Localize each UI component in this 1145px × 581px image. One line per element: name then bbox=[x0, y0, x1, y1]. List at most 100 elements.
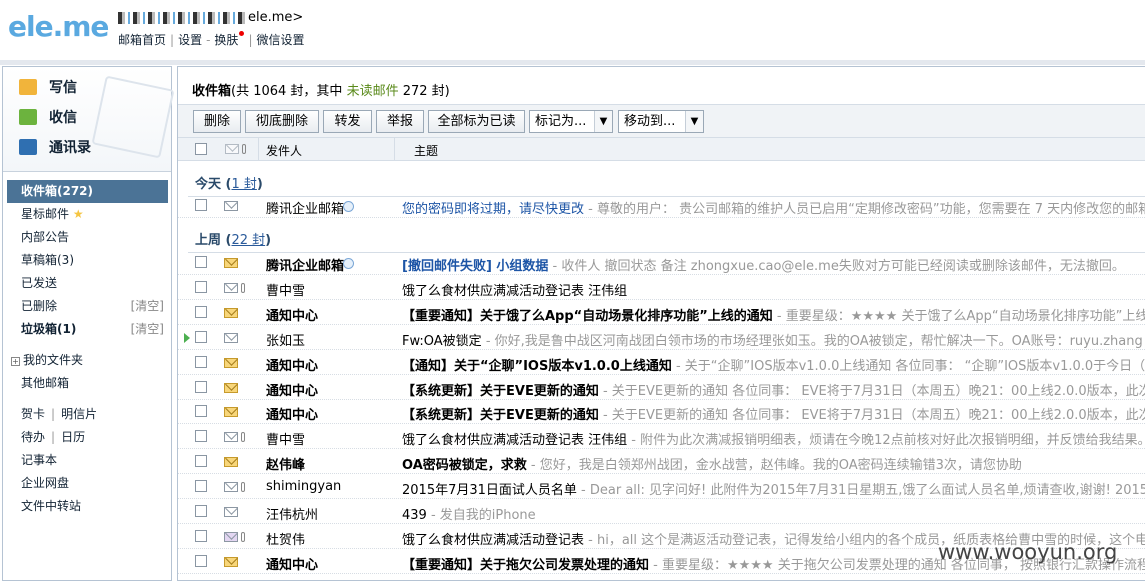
select-all-checkbox[interactable] bbox=[195, 143, 207, 155]
row-checkbox[interactable] bbox=[195, 554, 207, 567]
row-checkbox[interactable] bbox=[195, 430, 207, 443]
subject[interactable]: 【系统更新】关于EVE更新的通知 - 关于EVE更新的通知 各位同事： EVE将… bbox=[402, 380, 1145, 399]
subject[interactable]: Fw:OA被锁定 - 你好,我是鲁中战区河南战团白领市场的市场经理张如玉。我的O… bbox=[402, 330, 1143, 349]
attachment-icon bbox=[241, 282, 245, 293]
subject[interactable]: 439 - 发自我的iPhone bbox=[402, 504, 536, 523]
row-checkbox[interactable] bbox=[195, 280, 207, 293]
attachment-icon bbox=[241, 531, 245, 542]
row-checkbox[interactable] bbox=[195, 405, 207, 418]
row-checkbox[interactable] bbox=[195, 305, 207, 318]
nav-other-mailbox[interactable]: 其他邮箱 bbox=[7, 372, 168, 395]
subject[interactable]: 【重要通知】关于饿了么App“自动场景化排序功能”上线的通知 - 重要星级：★★… bbox=[402, 305, 1145, 324]
mark-as-dropdown[interactable]: 标记为... ▼ bbox=[529, 110, 613, 133]
nav-spam[interactable]: 垃圾箱(1) [清空] bbox=[7, 318, 168, 341]
link-mail-home[interactable]: 邮箱首页 bbox=[118, 33, 166, 47]
unread-mail-icon bbox=[224, 258, 238, 268]
subject[interactable]: 【通知】关于“企聊”IOS版本v1.0.0上线通知 - 关于“企聊”IOS版本v… bbox=[402, 355, 1145, 374]
mail-row[interactable]: 通知中心 【重要通知】关于饿了么App“自动场景化排序功能”上线的通知 - 重要星… bbox=[178, 300, 1145, 325]
row-checkbox[interactable] bbox=[195, 330, 207, 343]
permanent-delete-button[interactable]: 彻底删除 bbox=[245, 110, 319, 133]
nav-file-transfer[interactable]: 文件中转站 bbox=[7, 495, 168, 518]
mail-row[interactable]: 腾讯企业邮箱 [撤回邮件失败] 小组数据 - 收件人 撤回状态 备注 zhongx… bbox=[178, 250, 1145, 275]
preview: - 尊敬的用户： 贵公司邮箱的维护人员已启用“定期修改密码”功能，您需要在 7 … bbox=[584, 202, 1145, 217]
mail-row[interactable]: 曹中雪 饿了么食材供应满减活动登记表 汪伟组 - 附件为此次满减报销明细表，烦请在… bbox=[178, 424, 1145, 450]
envelope-decoration-icon bbox=[91, 75, 175, 159]
nav-my-folders[interactable]: + 我的文件夹 bbox=[7, 349, 168, 372]
mail-row[interactable]: 赵伟峰 OA密码被锁定，求救 - 您好，我是白领郑州战团，金水战营，赵伟峰。我的O… bbox=[178, 449, 1145, 475]
subject[interactable]: [撤回邮件失败] 小组数据 - 收件人 撤回状态 备注 zhongxue.cao… bbox=[402, 255, 1125, 274]
clear-deleted-link[interactable]: [清空] bbox=[131, 295, 164, 318]
subject[interactable]: 饿了么食材供应满减活动登记表 汪伟组 bbox=[402, 280, 627, 299]
nav-sent[interactable]: 已发送 bbox=[7, 272, 168, 295]
link-settings[interactable]: 设置 bbox=[178, 33, 202, 47]
expand-icon[interactable]: + bbox=[11, 357, 20, 366]
mail-row[interactable]: 通知中心 【系统更新】关于EVE更新的通知 - 关于EVE更新的通知 各位同事： … bbox=[178, 375, 1145, 400]
mail-row[interactable]: 曹中雪 饿了么食材供应满减活动登记表 汪伟组 bbox=[178, 275, 1145, 300]
receive-button[interactable]: 收信 bbox=[19, 105, 77, 129]
row-checkbox[interactable] bbox=[195, 256, 207, 268]
compose-button[interactable]: 写信 bbox=[19, 75, 77, 99]
row-checkbox[interactable] bbox=[195, 529, 207, 542]
subject[interactable]: 饿了么食材供应满减活动登记表 汪伟组 - 附件为此次满减报销明细表，烦请在今晚1… bbox=[402, 429, 1145, 448]
chevron-down-icon: ▼ bbox=[685, 111, 703, 132]
subject[interactable]: 2015年7月31日面试人员名单 - Dear all: 见字问好! 此附件为2… bbox=[402, 479, 1145, 498]
mail-row[interactable]: 通知中心 【通知】关于“企聊”IOS版本v1.0.0上线通知 - 关于“企聊”IO… bbox=[178, 350, 1145, 375]
mail-row[interactable]: 通知中心 【系统更新】关于EVE更新的通知 - 关于EVE更新的通知 各位同事： … bbox=[178, 399, 1145, 425]
attachment-icon[interactable] bbox=[242, 144, 246, 154]
nav-calendar[interactable]: 日历 bbox=[61, 430, 85, 444]
read-status-icon[interactable] bbox=[225, 144, 239, 154]
sender: 张如玉 bbox=[266, 333, 306, 349]
group-count-link[interactable]: 22 封 bbox=[231, 233, 265, 248]
read-mail-icon bbox=[224, 332, 238, 343]
nav-greeting-card[interactable]: 贺卡 bbox=[21, 407, 45, 421]
row-checkbox[interactable] bbox=[195, 480, 207, 493]
subject[interactable]: 【系统更新】关于EVE更新的通知 - 关于EVE更新的通知 各位同事： EVE将… bbox=[402, 404, 1145, 423]
nav-announcements[interactable]: 内部公告 bbox=[7, 226, 168, 249]
row-checkbox[interactable] bbox=[195, 455, 207, 468]
nav-drafts[interactable]: 草稿箱(3) bbox=[7, 249, 168, 272]
mail-list-panel: 收件箱(共 1064 封，其中 未读邮件 272 封) 删除 彻底删除 转发 举… bbox=[177, 66, 1145, 581]
logo: ele.me bbox=[8, 10, 109, 43]
row-checkbox[interactable] bbox=[195, 355, 207, 368]
toolbar: 删除 彻底删除 转发 举报 全部标为已读 标记为... ▼ 移动到... ▼ bbox=[178, 104, 1145, 137]
move-to-dropdown[interactable]: 移动到... ▼ bbox=[618, 110, 704, 133]
column-subject[interactable]: 主题 bbox=[414, 142, 438, 159]
link-skin[interactable]: 换肤 bbox=[214, 33, 238, 47]
row-checkbox[interactable] bbox=[195, 505, 207, 517]
nav-postcard[interactable]: 明信片 bbox=[61, 407, 97, 421]
verified-icon bbox=[343, 201, 354, 212]
contacts-button[interactable]: 通讯录 bbox=[19, 135, 91, 159]
current-indicator-icon bbox=[184, 332, 190, 343]
column-from[interactable]: 发件人 bbox=[266, 142, 302, 159]
account-name[interactable]: ele.me> bbox=[118, 10, 303, 25]
nav-starred[interactable]: 星标邮件 ★ bbox=[7, 203, 168, 226]
mail-row[interactable]: 汪伟杭州 439 - 发自我的iPhone bbox=[178, 499, 1145, 524]
nav-deleted[interactable]: 已删除 [清空] bbox=[7, 295, 168, 318]
redacted-account bbox=[118, 11, 246, 24]
preview: - 关于“企聊”IOS版本v1.0.0上线通知 各位同事： “企聊”IOS版本v… bbox=[671, 358, 1145, 374]
group-header: 上周 (22 封) bbox=[195, 233, 272, 248]
nav-netdisk[interactable]: 企业网盘 bbox=[7, 472, 168, 495]
mail-row[interactable]: 张如玉 Fw:OA被锁定 - 你好,我是鲁中战区河南战团白领市场的市场经理张如玉。… bbox=[178, 325, 1145, 350]
unread-filter-link[interactable]: 未读邮件 bbox=[347, 84, 399, 99]
unread-mail-icon bbox=[224, 457, 238, 468]
subject[interactable]: 您的密码即将过期，请尽快更改 - 尊敬的用户： 贵公司邮箱的维护人员已启用“定期… bbox=[402, 198, 1145, 217]
forward-button[interactable]: 转发 bbox=[323, 110, 372, 133]
nav-inbox[interactable]: 收件箱(272) bbox=[7, 180, 168, 203]
nav-todo[interactable]: 待办 bbox=[21, 430, 45, 444]
row-checkbox[interactable] bbox=[195, 199, 207, 211]
read-mail-icon bbox=[224, 507, 238, 517]
link-wechat[interactable]: 微信设置 bbox=[256, 33, 304, 47]
read-mail-icon bbox=[224, 432, 238, 443]
mail-row[interactable]: 腾讯企业邮箱 您的密码即将过期，请尽快更改 - 尊敬的用户： 贵公司邮箱的维护人员… bbox=[178, 193, 1145, 218]
mark-all-read-button[interactable]: 全部标为已读 bbox=[428, 110, 525, 133]
nav-notes[interactable]: 记事本 bbox=[7, 449, 168, 472]
delete-button[interactable]: 删除 bbox=[193, 110, 241, 133]
group-count-link[interactable]: 1 封 bbox=[231, 177, 256, 192]
subject[interactable]: OA密码被锁定，求救 - 您好，我是白领郑州战团，金水战营，赵伟峰。我的OA密码… bbox=[402, 454, 1022, 473]
report-button[interactable]: 举报 bbox=[376, 110, 424, 133]
preview: - Dear all: 见字问好! 此附件为2015年7月31日星期五,饿了么面… bbox=[576, 483, 1145, 499]
row-checkbox[interactable] bbox=[195, 380, 207, 393]
mail-row[interactable]: shimingyan 2015年7月31日面试人员名单 - Dear all: 见… bbox=[178, 474, 1145, 500]
clear-spam-link[interactable]: [清空] bbox=[131, 318, 164, 341]
